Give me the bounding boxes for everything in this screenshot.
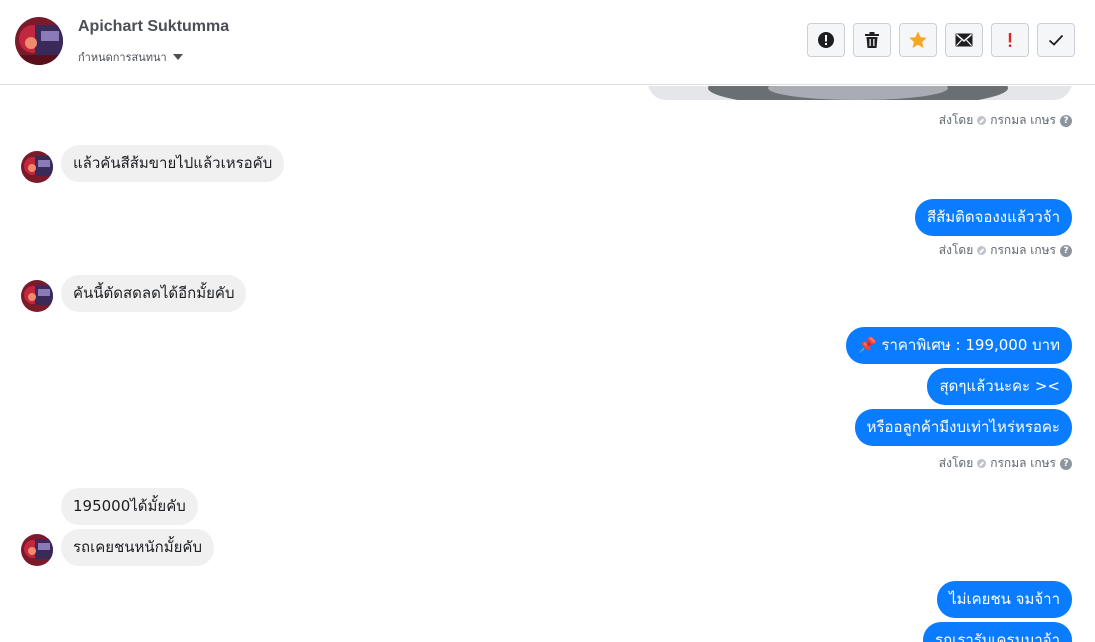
sent-by-agent: กรกมล เกษร [990, 456, 1056, 470]
contact-avatar[interactable] [21, 151, 53, 183]
sent-by-label: ส่งโดย กรกมล เกษร ? [939, 454, 1072, 473]
pushpin-icon: 📌 [857, 336, 877, 354]
conversation-status-dropdown[interactable]: กำหนดการสนทนา [78, 48, 183, 66]
outgoing-message-text: ราคาพิเศษ : 199,000 บาท [881, 336, 1060, 354]
sent-by-prefix: ส่งโดย [938, 456, 974, 470]
incoming-message: 195000ได้มั้ยคับ [61, 488, 198, 525]
trash-icon [865, 32, 879, 48]
outgoing-message: 📌 ราคาพิเศษ : 199,000 บาท [845, 327, 1072, 364]
help-icon[interactable]: ? [1060, 244, 1072, 257]
delete-button[interactable] [853, 23, 891, 57]
mark-done-button[interactable] [1037, 23, 1075, 57]
sent-by-prefix: ส่งโดย [938, 113, 974, 127]
contact-name: Apichart Suktumma [78, 18, 230, 35]
messenger-conversation: Apichart Suktumma กำหนดการสนทนา ส่งโดย ก… [0, 0, 1095, 642]
contact-avatar[interactable] [21, 280, 53, 312]
outgoing-message: สีส้มติดจองงแล้ววจ้า [914, 199, 1072, 236]
help-icon[interactable]: ? [1060, 114, 1072, 127]
mark-important-button[interactable] [991, 23, 1029, 57]
report-button[interactable] [807, 23, 845, 57]
sent-by-label: ส่งโดย กรกมล เกษร ? [939, 241, 1072, 260]
conversation-header: Apichart Suktumma กำหนดการสนทนา [0, 0, 1095, 85]
alert-circle-icon [818, 32, 834, 48]
outgoing-message: ไม่เคยชน จมจ้าา [937, 581, 1072, 618]
check-circle-icon [977, 459, 987, 468]
outgoing-message: รถเรารับเครมมาจ้า [923, 622, 1072, 642]
star-button[interactable] [899, 23, 937, 57]
help-icon[interactable]: ? [1060, 457, 1072, 470]
outgoing-message: สุดๆแล้วนะคะ >< [927, 368, 1072, 405]
header-actions [807, 23, 1075, 57]
conversation-status-label: กำหนดการสนทนา [78, 51, 167, 64]
sent-by-label: ส่งโดย กรกมล เกษร ? [939, 111, 1072, 130]
sent-by-prefix: ส่งโดย [938, 243, 974, 257]
avatar[interactable] [15, 17, 63, 65]
incoming-message: รถเคยชนหนักมั้ยคับ [61, 529, 214, 566]
sent-by-agent: กรกมล เกษร [990, 243, 1056, 257]
check-circle-icon [977, 246, 987, 255]
image-attachment[interactable] [648, 86, 1072, 100]
contact-avatar[interactable] [21, 534, 53, 566]
outgoing-message: หรืออลูกค้ามีงบเท่าไหร่หรอคะ [854, 409, 1072, 446]
envelope-icon [955, 33, 973, 47]
sent-by-agent: กรกมล เกษร [990, 113, 1056, 127]
exclamation-icon [1008, 33, 1012, 47]
check-icon [1048, 34, 1064, 46]
message-list[interactable]: ส่งโดย กรกมล เกษร ? แล้วคันสีส้มขายไปแล้… [0, 86, 1095, 642]
incoming-message: แล้วคันสีส้มขายไปแล้วเหรอคับ [61, 145, 285, 182]
mail-button[interactable] [945, 23, 983, 57]
caret-down-icon [172, 54, 183, 60]
check-circle-icon [977, 116, 987, 125]
incoming-message: คันนี้ตัดสดลดได้อีกมั้ยคับ [61, 275, 247, 312]
star-icon [909, 31, 927, 48]
